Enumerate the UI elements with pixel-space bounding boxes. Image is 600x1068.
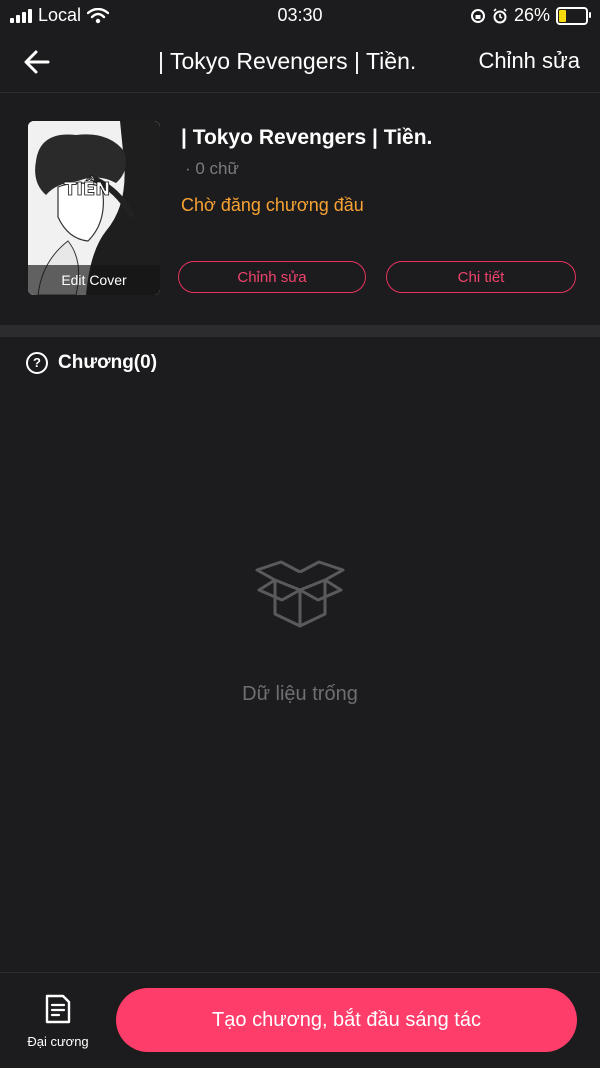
page-title: | Tokyo Revengers | Tiền. [158,48,417,74]
outline-label: Đại cương [27,1034,89,1049]
book-cover[interactable]: TIỀN Edit Cover [28,121,160,295]
create-chapter-button[interactable]: Tạo chương, bắt đầu sáng tác [116,988,577,1052]
battery-percent: 26% [513,5,550,25]
navigation-bar: | Tokyo Revengers | Tiền. Chỉnh sửa [0,32,600,93]
edit-button[interactable]: Chỉnh sửa [478,48,580,74]
outline-button[interactable]: Đại cương [18,993,98,1049]
empty-box-icon [255,560,345,628]
edit-book-button[interactable]: Chỉnh sửa [178,261,366,293]
battery-level [559,9,567,22]
bottom-bar: Đại cương Tạo chương, bắt đầu sáng tác [0,972,600,1068]
empty-state-text: Dữ liệu trống [242,683,358,705]
publish-status: Chờ đăng chương đầu [181,195,364,215]
section-divider [0,325,600,337]
question-circle-icon[interactable]: ? [26,352,48,374]
chapter-header: ? Chương(0) [26,352,157,374]
battery-charging-icon [556,6,591,25]
word-count: · 0 chữ [185,159,239,178]
status-right: 26% [470,5,591,26]
details-button[interactable]: Chi tiết [386,261,576,293]
book-title: | Tokyo Revengers | Tiền. [181,126,433,149]
document-icon [45,994,71,1024]
book-info: TIỀN Edit Cover | Tokyo Revengers | Tiền… [0,93,600,325]
rotation-lock-icon [470,8,485,23]
edit-cover-label[interactable]: Edit Cover [28,265,160,295]
arrow-left-icon[interactable] [20,46,54,78]
cover-title-text: TIỀN [64,176,110,200]
alarm-icon [493,7,507,23]
status-bar: Local 03:30 26% [0,0,600,32]
chapter-count: Chương(0) [58,352,158,373]
